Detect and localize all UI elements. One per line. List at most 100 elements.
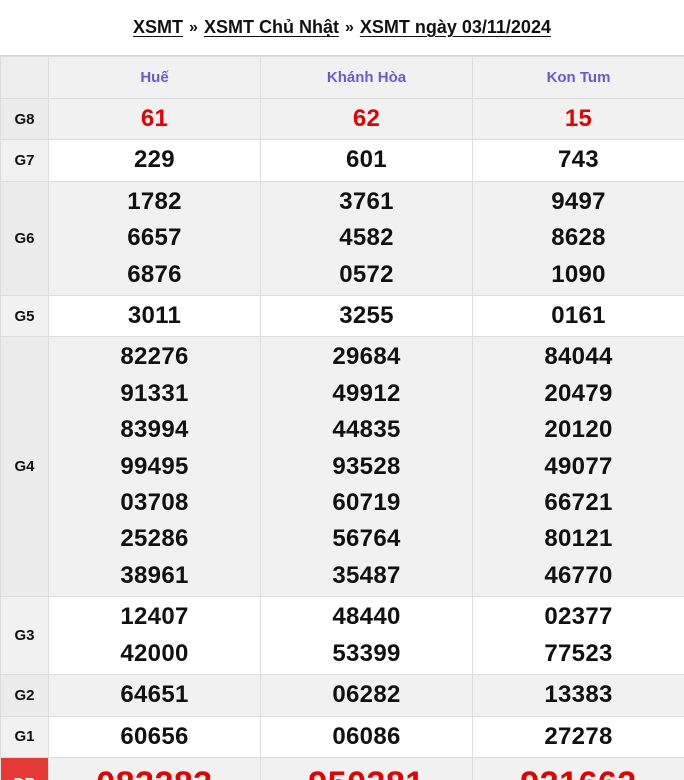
prize-number: 61: [140, 105, 169, 132]
prize-cell: 61: [48, 97, 261, 141]
prize-number: 9497: [551, 187, 606, 215]
header-corner: [0, 56, 49, 99]
results-table: Huế Khánh Hòa Kon Tum G8 61 62 15 G7 229…: [0, 56, 684, 780]
prize-number: 06086: [332, 722, 401, 750]
prize-number: 49077: [544, 452, 613, 480]
prize-cell: 60656: [48, 715, 261, 758]
prize-number: 91331: [120, 379, 189, 407]
prize-row-g1: G1 60656 06086 27278: [0, 715, 684, 758]
prize-number: 29684: [332, 343, 401, 371]
prize-row-g5: G5 3011 3255 0161: [0, 295, 684, 338]
prize-number: 20120: [544, 416, 613, 444]
prize-number: 3761: [339, 187, 394, 215]
prize-number: 42000: [120, 639, 189, 667]
prize-cell: 1782 6657 6876: [48, 180, 261, 297]
prize-number: 743: [558, 146, 599, 174]
prize-number: 6657: [127, 224, 182, 252]
breadcrumb-link-xsmt-date[interactable]: XSMT ngày 03/11/2024: [360, 17, 551, 38]
prize-label: G8: [0, 97, 49, 141]
prize-number: 64651: [120, 681, 189, 709]
prize-row-g2: G2 64651 06282 13383: [0, 674, 684, 717]
prize-number: 35487: [332, 561, 401, 589]
prize-number: 53399: [332, 639, 401, 667]
prize-number: 13383: [544, 681, 613, 709]
prize-cell: 601: [260, 139, 473, 182]
prize-row-g4: G4 82276 91331 83994 99495 03708 25286 3…: [0, 336, 684, 598]
prize-number: 1090: [551, 260, 606, 288]
special-prize-number: 921662: [473, 760, 684, 780]
special-prize-number: 083283: [49, 760, 260, 780]
prize-cell: 9497 8628 1090: [472, 180, 684, 297]
prize-number: 82276: [120, 343, 189, 371]
province-header-hue: Huế: [48, 56, 261, 99]
prize-number: 3255: [339, 302, 394, 330]
prize-number: 66721: [544, 489, 613, 517]
prize-row-g3: G3 12407 42000 48440 53399 02377 77523: [0, 596, 684, 676]
prize-number: 02377: [544, 603, 613, 631]
prize-cell: 06086: [260, 715, 473, 758]
prize-cell: 743: [472, 139, 684, 182]
prize-number: 60719: [332, 489, 401, 517]
prize-cell: 229: [48, 139, 261, 182]
prize-number: 83994: [120, 416, 189, 444]
prize-number: 15: [564, 105, 593, 132]
breadcrumb: XSMT » XSMT Chủ Nhật » XSMT ngày 03/11/2…: [0, 0, 684, 56]
province-header-khanh-hoa: Khánh Hòa: [260, 56, 473, 99]
prize-cell: 06282: [260, 674, 473, 717]
prize-cell: 950381: [260, 756, 473, 780]
breadcrumb-link-xsmt-sunday[interactable]: XSMT Chủ Nhật: [204, 17, 339, 38]
prize-cell: 12407 42000: [48, 596, 261, 676]
prize-cell: 3011: [48, 295, 261, 338]
prize-number: 6876: [127, 260, 182, 288]
prize-cell: 29684 49912 44835 93528 60719 56764 3548…: [260, 336, 473, 598]
prize-cell: 921662: [472, 756, 684, 780]
prize-number: 0161: [551, 302, 606, 330]
prize-label: G1: [0, 715, 49, 758]
prize-number: 46770: [544, 561, 613, 589]
prize-label: G7: [0, 139, 49, 182]
prize-cell: 27278: [472, 715, 684, 758]
prize-number: 229: [134, 146, 175, 174]
prize-number: 60656: [120, 722, 189, 750]
prize-cell: 02377 77523: [472, 596, 684, 676]
prize-row-special: ĐB 083283 950381 921662: [0, 756, 684, 780]
prize-cell: 84044 20479 20120 49077 66721 80121 4677…: [472, 336, 684, 598]
breadcrumb-separator: »: [344, 18, 354, 36]
prize-number: 06282: [332, 681, 401, 709]
prize-number: 77523: [544, 639, 613, 667]
breadcrumb-separator: »: [189, 18, 198, 36]
prize-number: 44835: [332, 416, 401, 444]
prize-number: 20479: [544, 379, 613, 407]
prize-cell: 82276 91331 83994 99495 03708 25286 3896…: [48, 336, 261, 598]
prize-number: 48440: [332, 603, 401, 631]
prize-number: 601: [346, 146, 387, 174]
breadcrumb-link-xsmt[interactable]: XSMT: [133, 17, 183, 38]
prize-number: 84044: [544, 343, 613, 371]
prize-cell: 62: [260, 97, 473, 141]
prize-label: G2: [0, 674, 49, 717]
prize-number: 80121: [544, 525, 613, 553]
prize-number: 38961: [120, 561, 189, 589]
prize-number: 8628: [551, 224, 606, 252]
prize-cell: 3761 4582 0572: [260, 180, 473, 297]
prize-cell: 083283: [48, 756, 261, 780]
prize-number: 12407: [120, 603, 189, 631]
prize-label: G5: [0, 295, 49, 338]
prize-number: 0572: [339, 260, 394, 288]
prize-cell: 15: [472, 97, 684, 141]
prize-number: 56764: [332, 525, 401, 553]
prize-number: 03708: [120, 489, 189, 517]
prize-number: 1782: [127, 187, 182, 215]
prize-cell: 64651: [48, 674, 261, 717]
prize-number: 4582: [339, 224, 394, 252]
prize-number: 99495: [120, 452, 189, 480]
prize-row-g6: G6 1782 6657 6876 3761 4582 0572 9497 86…: [0, 180, 684, 297]
prize-label: G4: [0, 336, 49, 598]
prize-row-g7: G7 229 601 743: [0, 139, 684, 182]
prize-cell: 3255: [260, 295, 473, 338]
prize-cell: 48440 53399: [260, 596, 473, 676]
prize-number: 27278: [544, 722, 613, 750]
prize-row-g8: G8 61 62 15: [0, 97, 684, 141]
prize-number: 62: [352, 105, 381, 132]
table-header-row: Huế Khánh Hòa Kon Tum: [0, 56, 684, 99]
